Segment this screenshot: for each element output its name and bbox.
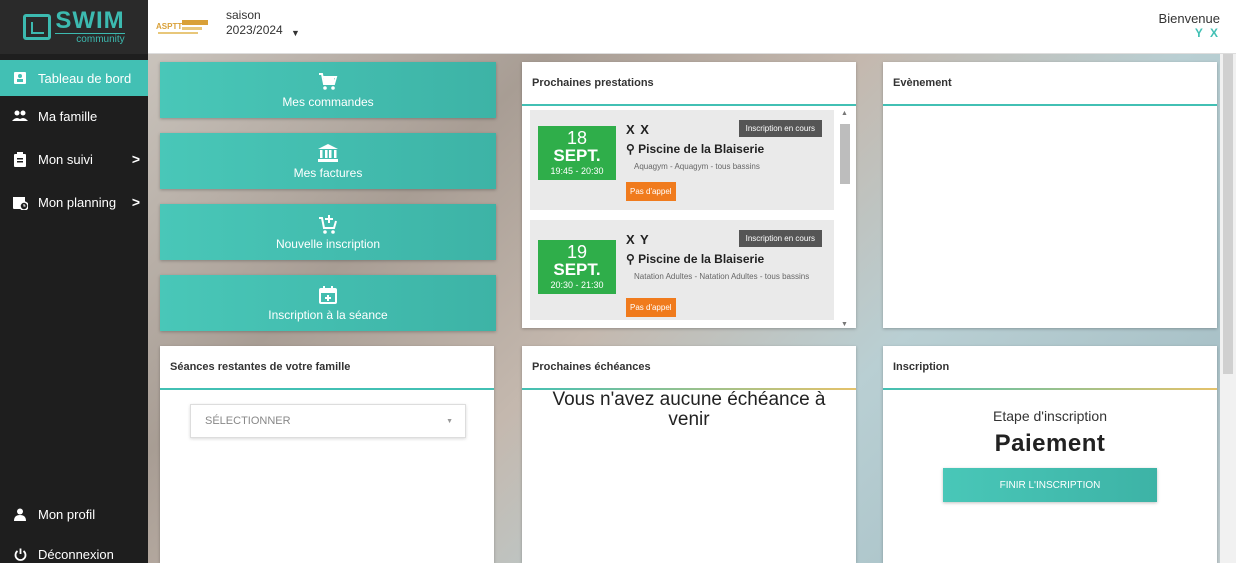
map-pin-icon: ⚲: [626, 252, 635, 266]
prestation-name: X X: [626, 122, 650, 137]
sidebar-item-label: Mon profil: [38, 506, 96, 522]
session-registration-button[interactable]: Inscription à la séance: [160, 275, 496, 331]
due-dates-card: Prochaines échéances Vous n'avez aucune …: [522, 346, 856, 563]
date-month: SEPT.: [553, 146, 601, 165]
svg-text:ASPTT: ASPTT: [156, 22, 182, 31]
swim-community-logo[interactable]: SWIM community: [23, 7, 125, 45]
list-item[interactable]: 19 SEPT. 20:30 - 21:30 X Y Inscription e…: [530, 220, 834, 320]
action-label: Inscription à la séance: [268, 307, 388, 322]
bank-icon: [318, 143, 338, 163]
remaining-sessions-card: Séances restantes de votre famille SÉLEC…: [160, 346, 494, 563]
sidebar-item-label: Mon suivi: [38, 151, 93, 167]
calendar-clock-icon: [12, 194, 28, 210]
finish-registration-button[interactable]: FINIR L'INSCRIPTION: [943, 468, 1157, 502]
card-title: Prochaines échéances: [522, 346, 856, 390]
scroll-up-icon[interactable]: ▲: [841, 110, 848, 117]
location-text: Piscine de la Blaiserie: [638, 142, 765, 156]
sidebar-item-label: Déconnexion: [38, 546, 114, 562]
card-title: Prochaines prestations: [522, 62, 856, 106]
date-day: 19: [566, 242, 588, 262]
map-pin-icon: ⚲: [626, 142, 635, 156]
sidebar: SWIM community Tableau de bord Ma famill…: [0, 0, 148, 563]
location: ⚲ Piscine de la Blaiserie: [626, 252, 764, 266]
location: ⚲ Piscine de la Blaiserie: [626, 142, 764, 156]
sidebar-item-label: Mon planning: [38, 194, 117, 210]
orders-button[interactable]: Mes commandes: [160, 62, 496, 118]
card-title: Inscription: [883, 346, 1217, 390]
card-title: Séances restantes de votre famille: [160, 346, 494, 390]
prestation-description: Aquagym - Aquagym - tous bassins: [634, 162, 760, 171]
chevron-right-icon: >: [131, 151, 140, 167]
welcome-block: Bienvenue Y X: [1158, 11, 1220, 41]
power-icon: [12, 546, 28, 562]
status-badge: Inscription en cours: [738, 230, 822, 247]
new-registration-button[interactable]: Nouvelle inscription: [160, 204, 496, 260]
empty-message: Vous n'avez aucune échéance à venir: [552, 389, 826, 430]
chevron-right-icon: >: [131, 194, 140, 210]
page-scrollbar[interactable]: [1220, 54, 1236, 563]
sidebar-item-family[interactable]: Ma famille: [0, 98, 148, 134]
user-name[interactable]: Y X: [1159, 26, 1220, 40]
date-box: 18 SEPT. 19:45 - 20:30: [538, 126, 616, 180]
list-scrollbar[interactable]: ▲ ▼: [840, 110, 850, 328]
top-bar: ASPTT saison 2023/2024 ▼ Bienvenue Y X: [148, 0, 1236, 54]
action-label: Mes factures: [293, 165, 363, 180]
sidebar-item-suivi[interactable]: Mon suivi >: [0, 141, 148, 177]
sidebar-item-logout[interactable]: Déconnexion: [0, 536, 148, 563]
time-range: 20:30 - 21:30: [550, 280, 604, 290]
location-text: Piscine de la Blaiserie: [638, 252, 765, 266]
user-icon: [12, 506, 28, 522]
prestation-description: Natation Adultes - Natation Adultes - to…: [634, 272, 810, 281]
select-placeholder: SÉLECTIONNER: [205, 415, 291, 427]
cart-add-icon: [318, 214, 338, 234]
date-month: SEPT.: [553, 260, 601, 279]
clipboard-icon: [12, 151, 28, 167]
season-label: saison: [226, 8, 261, 22]
dashboard-icon: [12, 70, 28, 86]
list-item[interactable]: 18 SEPT. 19:45 - 20:30 X X Inscription e…: [530, 110, 834, 210]
page-scroll-thumb[interactable]: [1223, 54, 1233, 374]
sidebar-item-label: Tableau de bord: [38, 70, 132, 86]
event-card: Evènement: [883, 62, 1217, 328]
family-icon: [12, 108, 28, 124]
prestations-card: Prochaines prestations 18 SEPT. 19:45 - …: [522, 62, 856, 328]
family-member-select[interactable]: SÉLECTIONNER ▼: [190, 404, 466, 438]
sidebar-item-label: Ma famille: [38, 108, 98, 124]
prestations-list: 18 SEPT. 19:45 - 20:30 X X Inscription e…: [530, 110, 834, 328]
invoices-button[interactable]: Mes factures: [160, 133, 496, 189]
club-logo: ASPTT: [154, 14, 214, 40]
scroll-down-icon[interactable]: ▼: [841, 321, 848, 328]
action-label: Mes commandes: [282, 94, 374, 109]
step-value: Paiement: [994, 430, 1106, 457]
date-box: 19 SEPT. 20:30 - 21:30: [538, 240, 616, 294]
calendar-plus-icon: [318, 285, 338, 305]
logo-icon: [23, 14, 52, 40]
season-selector[interactable]: saison 2023/2024: [226, 8, 283, 38]
sidebar-item-profile[interactable]: Mon profil: [0, 496, 148, 532]
call-tag: Pas d'appel: [626, 298, 676, 317]
step-label: Etape d'inscription: [993, 408, 1107, 424]
caret-down-icon: ▼: [446, 418, 453, 425]
logo-area: SWIM community: [0, 0, 148, 54]
logo-name: SWIM: [55, 7, 125, 34]
logo-subtitle: community: [55, 33, 125, 45]
time-range: 19:45 - 20:30: [550, 166, 604, 176]
date-day: 18: [566, 128, 588, 148]
season-value: 2023/2024: [226, 23, 283, 37]
welcome-text: Bienvenue: [1158, 11, 1220, 26]
call-tag: Pas d'appel: [626, 182, 676, 201]
sidebar-item-planning[interactable]: Mon planning >: [0, 184, 148, 220]
action-label: Nouvelle inscription: [275, 236, 381, 251]
status-badge: Inscription en cours: [738, 120, 822, 137]
caret-down-icon[interactable]: ▼: [291, 28, 300, 38]
prestation-name: X Y: [626, 232, 650, 247]
cart-icon: [318, 72, 338, 92]
registration-card: Inscription Etape d'inscription Paiement…: [883, 346, 1217, 563]
sidebar-item-dashboard[interactable]: Tableau de bord: [0, 60, 148, 96]
card-title: Evènement: [883, 62, 1217, 106]
scroll-thumb[interactable]: [840, 124, 850, 184]
